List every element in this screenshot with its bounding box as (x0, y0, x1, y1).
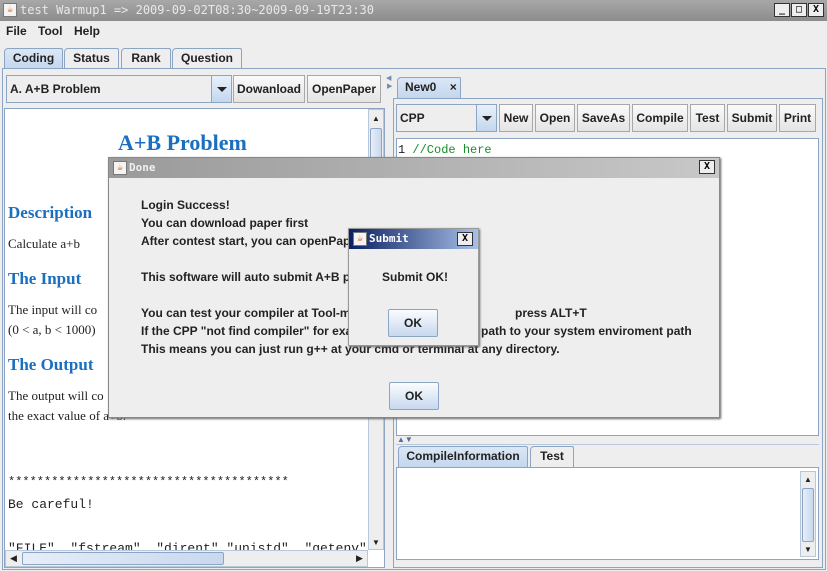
done-ok-button[interactable]: OK (389, 382, 439, 410)
description-heading: Description (8, 203, 93, 222)
tab-coding[interactable]: Coding (4, 48, 63, 69)
code-comment: //Code here (412, 143, 492, 157)
language-select-value: CPP (400, 111, 425, 125)
window-title: test Warmup1 => 2009-09-02T08:30~2009-09… (20, 3, 375, 17)
message-line: Login Success! (141, 198, 230, 212)
tab-status[interactable]: Status (64, 48, 119, 69)
collapse-left-icon[interactable]: ◀ (386, 74, 391, 82)
scroll-right-icon[interactable]: ▶ (356, 553, 363, 564)
split-line (396, 444, 819, 445)
test-button[interactable]: Test (690, 104, 725, 132)
submit-message: Submit OK! (382, 270, 448, 284)
message-line-end: path to your system enviroment path (481, 324, 692, 338)
line-number: 1 (398, 143, 406, 157)
problem-title: A+B Problem (118, 130, 247, 155)
input-heading: The Input (8, 269, 82, 288)
message-line: You can test your compiler at Tool-m (141, 306, 351, 320)
saveas-button[interactable]: SaveAs (577, 104, 630, 132)
horizontal-scrollbar[interactable]: ◀ ▶ (5, 550, 368, 567)
menu-tool[interactable]: Tool (38, 24, 62, 38)
message-line: This software will auto submit A+B pr (141, 270, 355, 284)
output-heading: The Output (8, 355, 94, 374)
scroll-thumb-horizontal[interactable] (22, 552, 224, 565)
problem-select[interactable]: A. A+B Problem (6, 75, 232, 103)
submit-dialog-close-button[interactable]: X (457, 232, 473, 246)
maximize-button[interactable]: □ (791, 3, 807, 17)
message-line: You can download paper first (141, 216, 309, 230)
language-select[interactable]: CPP (396, 104, 497, 132)
minimize-button[interactable]: _ (774, 3, 790, 17)
message-line: After contest start, you can openPap (141, 234, 351, 248)
open-button[interactable]: Open (535, 104, 575, 132)
print-button[interactable]: Print (779, 104, 816, 132)
problem-select-value: A. A+B Problem (10, 82, 101, 96)
download-button[interactable]: Dowanload (233, 75, 305, 103)
tab-compile-information[interactable]: CompileInformation (398, 446, 528, 467)
compile-scrollbar[interactable]: ▲ ▼ (800, 471, 816, 557)
compile-button[interactable]: Compile (632, 104, 688, 132)
java-icon: ☕ (353, 232, 367, 246)
tab-test-output[interactable]: Test (530, 446, 574, 467)
submit-ok-button[interactable]: OK (388, 309, 438, 337)
window-title-bar: ☕ test Warmup1 => 2009-09-02T08:30~2009-… (0, 0, 827, 21)
chevron-down-icon (211, 76, 231, 102)
submit-dialog-title: Submit (369, 232, 409, 245)
input-text: The input will co (8, 302, 98, 317)
done-dialog-title: Done (129, 161, 156, 174)
done-dialog-title-bar: ☕ Done X (109, 158, 719, 178)
close-tab-icon[interactable]: × (450, 80, 457, 94)
tab-rank[interactable]: Rank (121, 48, 171, 69)
split-arrows-icon[interactable]: ▲▼ (397, 435, 413, 444)
compile-output[interactable]: ▲ ▼ (396, 467, 819, 560)
message-line: If the CPP "not find compiler" for exa (141, 324, 353, 338)
scroll-up-icon[interactable]: ▲ (804, 475, 812, 484)
scroll-down-icon[interactable]: ▼ (372, 538, 380, 547)
description-text: Calculate a+b (8, 236, 80, 251)
openpaper-button[interactable]: OpenPaper (307, 75, 381, 103)
be-careful-text: Be careful! (8, 497, 94, 512)
new-button[interactable]: New (499, 104, 533, 132)
java-icon: ☕ (3, 3, 17, 17)
close-button[interactable]: X (808, 3, 824, 17)
done-dialog-close-button[interactable]: X (699, 160, 715, 174)
scroll-thumb[interactable] (802, 488, 814, 542)
tab-new0[interactable]: New0 × (397, 77, 461, 98)
tab-new0-label: New0 (405, 80, 437, 94)
menu-help[interactable]: Help (74, 24, 100, 38)
scroll-up-icon[interactable]: ▲ (372, 114, 380, 123)
menu-file[interactable]: File (6, 24, 27, 38)
tab-question[interactable]: Question (172, 48, 242, 69)
output-text: The output will co (8, 388, 104, 403)
message-line-end: press ALT+T (515, 306, 587, 320)
menu-bar: File Tool Help (0, 21, 827, 43)
stars-separator: *************************************** (8, 475, 289, 489)
input-range: (0 < a, b < 1000) (8, 322, 96, 337)
submit-dialog-title-bar: ☕ Submit X (349, 229, 478, 249)
expand-right-icon[interactable]: ▶ (387, 82, 392, 90)
submit-dialog: ☕ Submit X Submit OK! OK (348, 228, 479, 346)
chevron-down-icon (476, 105, 496, 131)
scroll-down-icon[interactable]: ▼ (804, 545, 812, 554)
java-icon: ☕ (113, 161, 127, 175)
scroll-left-icon[interactable]: ◀ (10, 553, 17, 564)
submit-button[interactable]: Submit (727, 104, 777, 132)
